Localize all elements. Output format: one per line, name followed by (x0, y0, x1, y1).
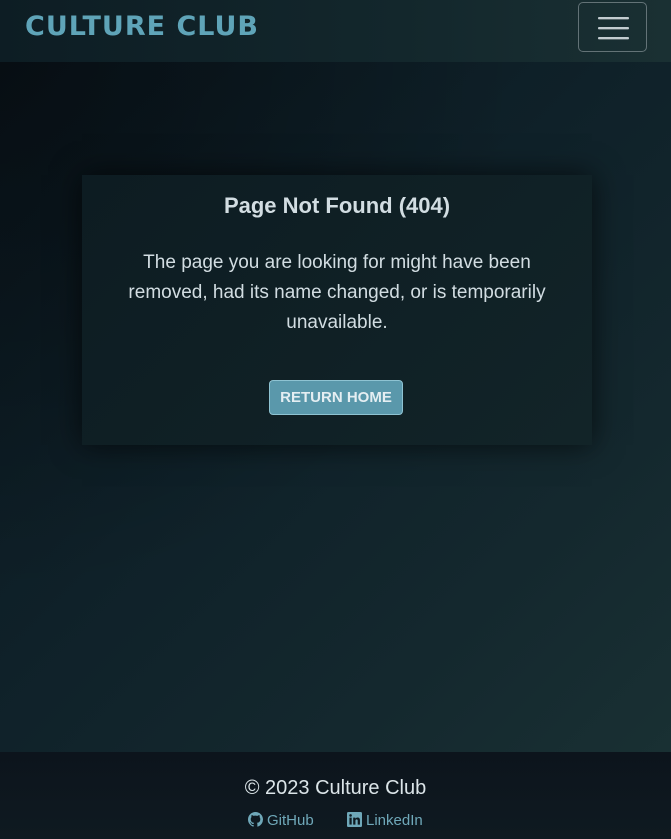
hamburger-menu-icon (598, 17, 629, 40)
linkedin-link-label: LinkedIn (366, 812, 423, 829)
return-home-button[interactable]: RETURN HOME (269, 380, 403, 415)
error-message: The page you are looking for might have … (128, 252, 546, 333)
error-card: Page Not Found (404) The page you are lo… (82, 175, 592, 445)
page-title: Page Not Found (404) (223, 193, 451, 218)
brand-logo[interactable]: CULTURE CLUB (25, 10, 259, 44)
main-content: Page Not Found (404) The page you are lo… (0, 62, 671, 752)
github-link-label: GitHub (267, 812, 314, 829)
github-icon (248, 811, 263, 827)
linkedin-link[interactable]: LinkedIn (347, 810, 423, 832)
menu-toggle-button[interactable] (578, 2, 647, 52)
github-link[interactable]: GitHub (248, 810, 314, 832)
copyright-text: © 2023 Culture Club (244, 777, 427, 799)
linkedin-icon (347, 811, 362, 827)
footer: © 2023 Culture Club GitHub LinkedIn (0, 752, 671, 839)
navbar: CULTURE CLUB (0, 0, 671, 62)
